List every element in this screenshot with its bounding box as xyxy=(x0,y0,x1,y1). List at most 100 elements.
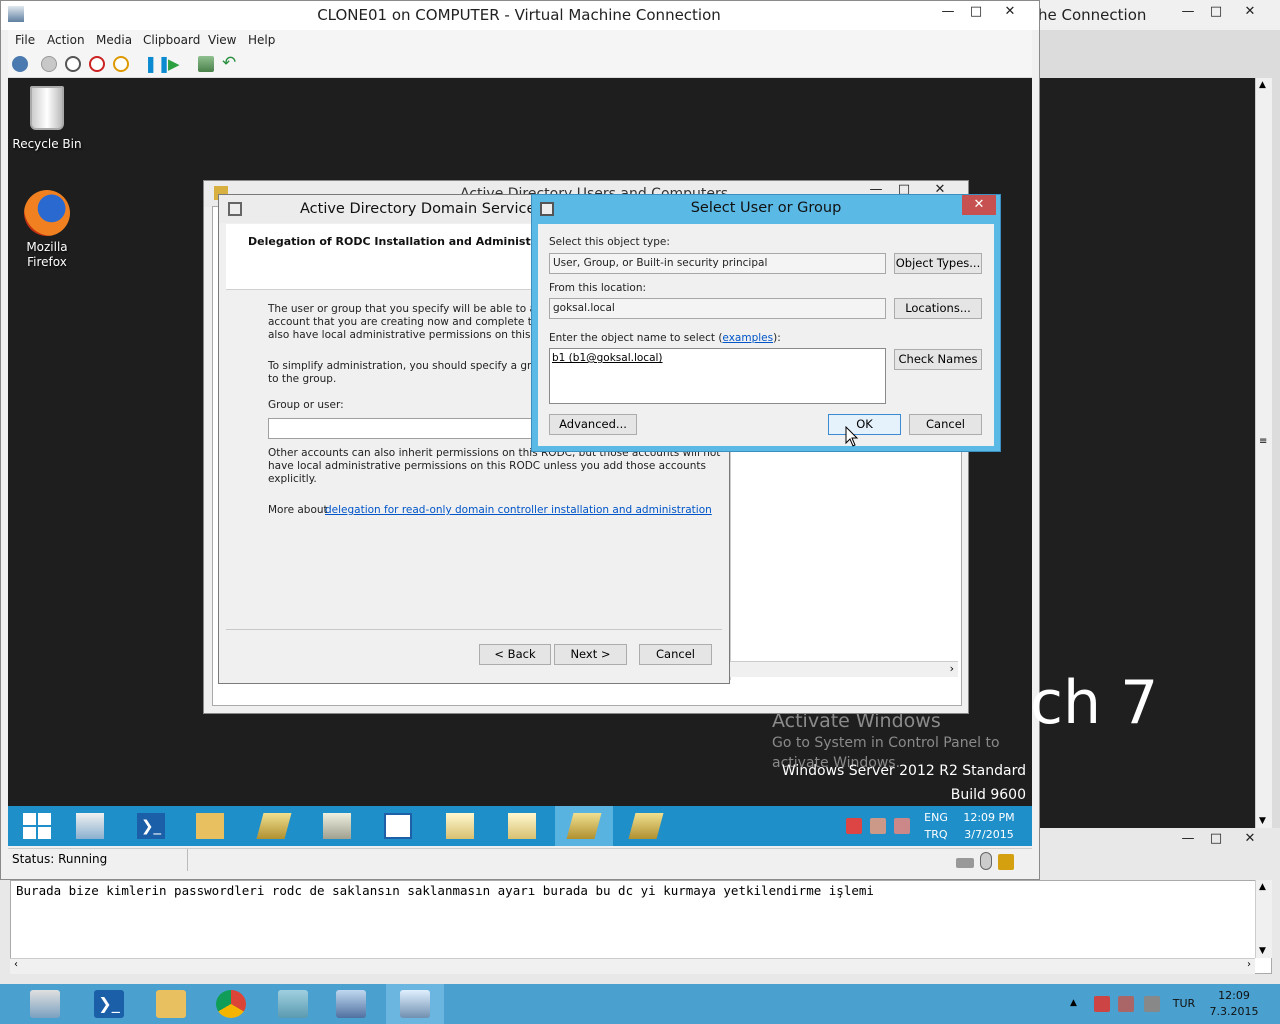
ok-button[interactable]: OK xyxy=(828,414,901,435)
ad-tool-icon xyxy=(628,813,664,839)
menu-action[interactable]: Action xyxy=(47,33,85,47)
editor-close-button[interactable]: ✕ xyxy=(1236,830,1264,848)
host-taskbar-powershell[interactable]: ❯_ xyxy=(80,984,138,1024)
editor-horizontal-scrollbar[interactable]: ‹ › xyxy=(10,958,1255,974)
menu-view[interactable]: View xyxy=(208,33,236,47)
powershell-icon: ❯_ xyxy=(137,813,165,839)
recycle-bin-icon[interactable] xyxy=(30,86,64,130)
wizard-para2-line2: to the group. xyxy=(268,373,337,385)
vm-status-text: Status: Running xyxy=(12,852,108,866)
guest-flag-warning-icon[interactable] xyxy=(846,818,862,834)
host-vertical-scrollbar[interactable]: ▲ ≡ ▼ xyxy=(1255,78,1272,828)
guest-taskbar-ad-tool-2[interactable] xyxy=(308,806,366,846)
ctrl-alt-del-icon[interactable] xyxy=(12,56,28,72)
turn-off-icon[interactable] xyxy=(65,56,81,72)
save-state-icon[interactable] xyxy=(113,56,129,72)
mouse-cursor-icon xyxy=(845,426,859,447)
guest-taskbar-ad-tool-4[interactable] xyxy=(617,806,675,846)
wizard-back-button[interactable]: < Back xyxy=(479,644,551,665)
check-names-button[interactable]: Check Names xyxy=(894,349,982,370)
guest-taskbar-scroll-1[interactable] xyxy=(431,806,489,846)
select-cancel-button[interactable]: Cancel xyxy=(909,414,982,435)
host-minimize-button[interactable]: — xyxy=(1174,3,1202,21)
revert-icon[interactable]: ↶ xyxy=(222,54,240,72)
editor-minimize-button[interactable]: — xyxy=(1174,830,1202,848)
aduc-horizontal-scrollbar[interactable]: › xyxy=(730,661,958,677)
contact-card-icon xyxy=(384,813,412,839)
guest-taskbar-scroll-2[interactable] xyxy=(493,806,551,846)
windows-logo-icon xyxy=(23,813,51,839)
guest-tray-time[interactable]: 12:09 PM xyxy=(956,810,1022,826)
guest-taskbar-ad-tool-1[interactable] xyxy=(245,806,303,846)
checkpoint-icon[interactable] xyxy=(198,56,214,72)
guest-taskbar-contacts[interactable] xyxy=(369,806,427,846)
delegation-help-link[interactable]: delegation for read-only domain controll… xyxy=(325,504,712,516)
guest-start-button[interactable] xyxy=(8,806,66,846)
wizard-page-title: Delegation of RODC Installation and Admi… xyxy=(248,235,561,248)
location-label: From this location: xyxy=(549,282,647,294)
tray-expand-icon[interactable]: ▲ xyxy=(1070,998,1077,1008)
background-banner-text: ch 7 xyxy=(1030,668,1159,738)
host-taskbar-hyperv[interactable] xyxy=(322,984,380,1024)
guest-taskbar-explorer[interactable] xyxy=(181,806,239,846)
host-window-title: he Connection xyxy=(1038,6,1147,24)
host-tray-language[interactable]: TUR xyxy=(1168,996,1200,1012)
pause-icon[interactable]: ❚❚ xyxy=(144,56,171,72)
group-or-user-label: Group or user: xyxy=(268,399,344,411)
guest-taskbar-powershell[interactable]: ❯_ xyxy=(122,806,180,846)
menu-help[interactable]: Help xyxy=(248,33,275,47)
start-icon[interactable] xyxy=(41,56,57,72)
recycle-bin-label[interactable]: Recycle Bin xyxy=(7,137,87,152)
wizard-next-button[interactable]: Next > xyxy=(554,644,627,665)
wizard-divider xyxy=(226,629,722,630)
guest-tray-language-2[interactable]: TRQ xyxy=(920,827,952,843)
server-manager-icon xyxy=(76,813,104,839)
host-taskbar-explorer[interactable] xyxy=(142,984,200,1024)
host-taskbar-server-manager[interactable] xyxy=(16,984,74,1024)
resume-icon[interactable]: ▶ xyxy=(168,56,184,72)
guest-tray-language-1[interactable]: ENG xyxy=(920,810,952,826)
host-tray-date[interactable]: 7.3.2015 xyxy=(1204,1004,1264,1020)
firefox-icon[interactable] xyxy=(24,190,70,236)
network-warning-icon[interactable] xyxy=(1094,996,1110,1012)
host-taskbar-vmconnect[interactable] xyxy=(386,984,444,1024)
wizard-para1-line1: The user or group that you specify will … xyxy=(268,303,564,315)
volume-muted-icon[interactable] xyxy=(1118,996,1134,1012)
host-taskbar-app[interactable] xyxy=(264,984,322,1024)
scroll-icon xyxy=(508,813,536,839)
guest-taskbar-ad-tool-3[interactable] xyxy=(555,806,613,846)
menu-clipboard[interactable]: Clipboard xyxy=(143,33,200,47)
wizard-cancel-button[interactable]: Cancel xyxy=(639,644,712,665)
aduc-details-pane xyxy=(730,450,958,680)
guest-taskbar-server-manager[interactable] xyxy=(61,806,119,846)
guest-network-warning-icon[interactable] xyxy=(870,818,886,834)
firefox-label[interactable]: Mozilla Firefox xyxy=(7,240,87,270)
wizard-para3-line2: have local administrative permissions on… xyxy=(268,460,706,472)
group-or-user-input[interactable] xyxy=(268,418,538,439)
menu-media[interactable]: Media xyxy=(96,33,132,47)
host-maximize-button[interactable]: □ xyxy=(1202,3,1230,21)
vm-maximize-button[interactable]: □ xyxy=(962,3,990,21)
select-dialog-close-button[interactable]: ✕ xyxy=(962,195,996,215)
object-name-label-text: Enter the object name to select ( xyxy=(549,332,723,344)
host-taskbar-chrome[interactable] xyxy=(202,984,260,1024)
wizard-app-icon xyxy=(228,202,242,216)
object-types-button[interactable]: Object Types... xyxy=(894,253,982,274)
object-type-label: Select this object type: xyxy=(549,236,670,248)
editor-vertical-scrollbar[interactable]: ▲ ▼ xyxy=(1255,880,1272,958)
editor-text: Burada bize kimlerin passwordleri rodc d… xyxy=(16,883,874,898)
host-close-button[interactable]: ✕ xyxy=(1236,3,1264,21)
editor-maximize-button[interactable]: □ xyxy=(1202,830,1230,848)
menu-file[interactable]: File xyxy=(15,33,35,47)
shut-down-icon[interactable] xyxy=(89,56,105,72)
object-name-input[interactable]: b1 (b1@goksal.local) xyxy=(549,348,886,404)
locations-button[interactable]: Locations... xyxy=(894,298,982,319)
guest-volume-muted-icon[interactable] xyxy=(894,818,910,834)
examples-link[interactable]: examples xyxy=(722,332,773,344)
vm-close-button[interactable]: ✕ xyxy=(996,3,1024,21)
advanced-button[interactable]: Advanced... xyxy=(549,414,637,435)
vm-minimize-button[interactable]: — xyxy=(934,3,962,21)
guest-tray-date[interactable]: 3/7/2015 xyxy=(956,827,1022,843)
network-icon[interactable] xyxy=(1144,996,1160,1012)
host-tray-time[interactable]: 12:09 xyxy=(1204,988,1264,1004)
